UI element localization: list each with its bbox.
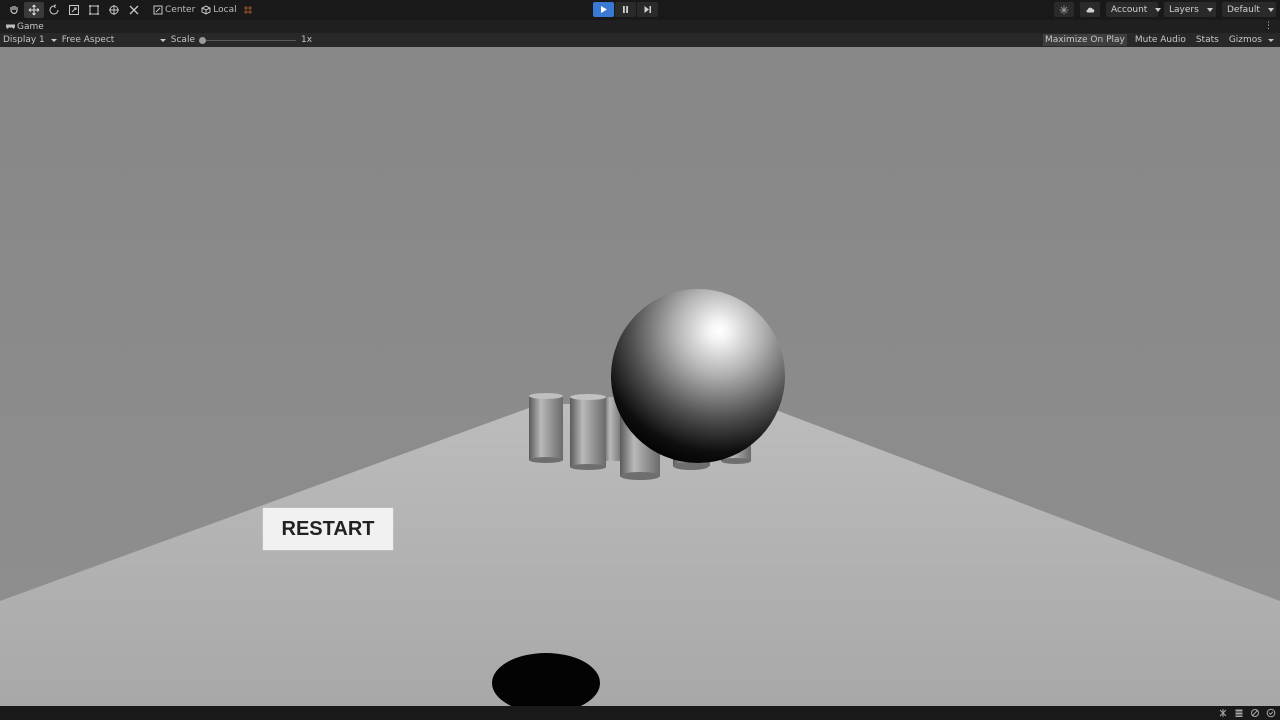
chevron-down-icon bbox=[159, 38, 166, 42]
gizmos-label: Gizmos bbox=[1228, 35, 1262, 45]
debug-icon[interactable] bbox=[1218, 708, 1228, 718]
pause-icon bbox=[623, 6, 628, 13]
scale-tool-button[interactable] bbox=[64, 2, 84, 18]
transform-tools bbox=[4, 2, 144, 18]
scale-slider[interactable] bbox=[198, 36, 296, 44]
aspect-label: Free Aspect bbox=[61, 35, 115, 45]
local-space-icon bbox=[201, 5, 211, 15]
pivot-icon bbox=[153, 5, 163, 15]
chevron-down-icon bbox=[1155, 7, 1162, 12]
rotate-icon bbox=[49, 4, 59, 15]
restart-button[interactable]: RESTART bbox=[262, 507, 394, 551]
play-icon bbox=[601, 6, 607, 13]
rect-tool-button[interactable] bbox=[84, 2, 104, 18]
scale-label: Scale bbox=[170, 35, 195, 45]
pin bbox=[529, 393, 563, 463]
grid-snap-icon bbox=[243, 6, 252, 14]
hand-icon bbox=[10, 6, 18, 14]
stats-toggle[interactable]: Stats bbox=[1194, 34, 1221, 46]
space-label: Local bbox=[213, 5, 237, 15]
tools-icon bbox=[129, 5, 139, 15]
step-button[interactable] bbox=[637, 2, 658, 17]
pivot-group: Center Local bbox=[150, 2, 256, 18]
progress-icon[interactable] bbox=[1266, 708, 1276, 718]
mute-audio-toggle[interactable]: Mute Audio bbox=[1133, 34, 1188, 46]
ball bbox=[611, 289, 785, 463]
maximize-on-play-toggle[interactable]: Maximize On Play bbox=[1042, 34, 1127, 46]
layers-label: Layers bbox=[1169, 4, 1199, 15]
account-dropdown[interactable]: Account bbox=[1106, 2, 1162, 17]
move-icon bbox=[28, 4, 40, 16]
gizmos-toggle[interactable]: Gizmos bbox=[1227, 34, 1276, 46]
chevron-down-icon bbox=[1267, 7, 1274, 12]
game-view-options: Maximize On Play Mute Audio Stats Gizmos bbox=[1042, 33, 1280, 47]
transform-icon bbox=[109, 5, 119, 15]
cloud-button[interactable] bbox=[1080, 2, 1100, 17]
layers-dropdown[interactable]: Layers bbox=[1164, 2, 1216, 17]
grid-snap-button[interactable] bbox=[240, 2, 256, 18]
playmode-controls bbox=[593, 2, 658, 17]
chevron-down-icon bbox=[50, 38, 57, 42]
game-scene bbox=[0, 47, 1280, 706]
layout-label: Default bbox=[1227, 4, 1260, 15]
game-view-toolbar: Display 1 Free Aspect Scale 1x Maximize … bbox=[0, 33, 1280, 47]
hand-tool-button[interactable] bbox=[4, 2, 24, 18]
custom-tool-button[interactable] bbox=[124, 2, 144, 18]
status-icons bbox=[1218, 708, 1276, 718]
play-button[interactable] bbox=[593, 2, 614, 17]
tab-title: Game bbox=[17, 21, 44, 32]
rotate-tool-button[interactable] bbox=[44, 2, 64, 18]
display-label: Display 1 bbox=[3, 35, 45, 45]
transform-tool-button[interactable] bbox=[104, 2, 124, 18]
layout-dropdown[interactable]: Default bbox=[1222, 2, 1276, 17]
scale-icon bbox=[69, 5, 79, 15]
account-label: Account bbox=[1111, 4, 1148, 15]
scale-value: 1x bbox=[300, 35, 313, 45]
toolbar-right: Account Layers Default bbox=[1054, 2, 1276, 17]
pause-button[interactable] bbox=[615, 2, 636, 17]
move-tool-button[interactable] bbox=[24, 2, 44, 18]
gamepad-icon bbox=[6, 24, 15, 29]
pivot-center-button[interactable]: Center bbox=[150, 2, 198, 18]
game-tab-bar: Game ⋮ bbox=[0, 20, 1280, 33]
aspect-dropdown[interactable]: Free Aspect bbox=[62, 35, 166, 45]
chevron-down-icon bbox=[1206, 7, 1213, 12]
scale-control: Scale 1x bbox=[171, 35, 312, 45]
rect-icon bbox=[89, 5, 99, 15]
display-dropdown[interactable]: Display 1 bbox=[3, 35, 57, 45]
more-options-icon[interactable]: ⋮ bbox=[1264, 21, 1273, 31]
scale-slider-thumb[interactable] bbox=[198, 36, 206, 44]
chevron-down-icon bbox=[1268, 38, 1274, 42]
status-bar bbox=[0, 706, 1280, 720]
tab-game[interactable]: Game bbox=[0, 22, 44, 32]
step-icon bbox=[644, 6, 651, 13]
main-toolbar: Center Local Account Layers Default bbox=[0, 0, 1280, 20]
network-icon[interactable] bbox=[1250, 708, 1260, 718]
pin bbox=[570, 394, 606, 470]
pivot-label: Center bbox=[165, 5, 196, 15]
sparkle-icon bbox=[1059, 5, 1069, 14]
pivot-local-button[interactable]: Local bbox=[198, 2, 239, 18]
services-button[interactable] bbox=[1054, 2, 1074, 17]
stack-icon[interactable] bbox=[1234, 708, 1244, 718]
cloud-icon bbox=[1086, 7, 1095, 12]
game-view[interactable]: RESTART bbox=[0, 47, 1280, 706]
